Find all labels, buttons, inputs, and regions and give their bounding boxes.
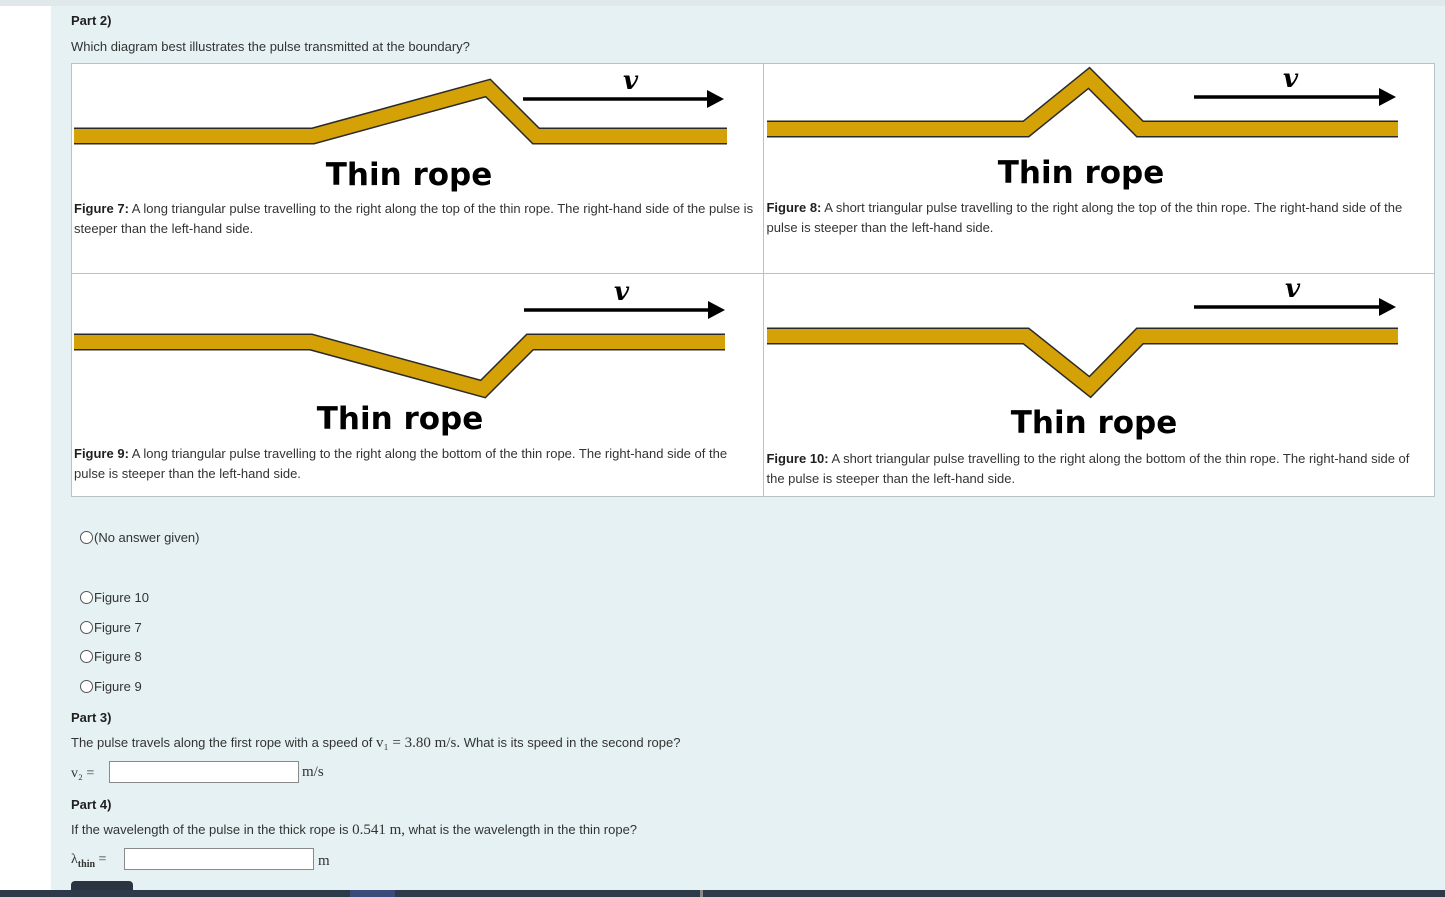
radio-button[interactable] bbox=[80, 621, 93, 634]
thin-rope-label: Thin rope bbox=[317, 401, 484, 437]
thin-rope-label: Thin rope bbox=[326, 157, 493, 193]
option-figure-9[interactable]: Figure 9 bbox=[80, 679, 142, 694]
velocity-symbol: v bbox=[623, 66, 639, 96]
lambda-subscript: thin bbox=[77, 858, 96, 870]
option-figure-8[interactable]: Figure 8 bbox=[80, 649, 142, 664]
figure-7-caption: Figure 7: A long triangular pulse travel… bbox=[74, 199, 754, 239]
figure-7-image: v Thin rope bbox=[73, 65, 728, 193]
part4-question-suffix: what is the wavelength in the thin rope? bbox=[405, 822, 638, 837]
figure-10-cell: v Thin rope Figure 10: A short triangula… bbox=[763, 273, 1435, 497]
figure-8-image: v Thin rope bbox=[765, 65, 1402, 192]
figure-10-caption-text: A short triangular pulse travelling to t… bbox=[766, 451, 1410, 486]
figure-9-caption: Figure 9: A long triangular pulse travel… bbox=[74, 444, 758, 484]
figure-9-caption-title: Figure 9: bbox=[74, 446, 129, 461]
figure-7-caption-text: A long triangular pulse travelling to th… bbox=[74, 201, 754, 236]
figure-9-image: v Thin rope bbox=[73, 279, 728, 437]
velocity-symbol: v bbox=[1283, 65, 1299, 94]
lambda-equals: = bbox=[95, 852, 107, 867]
figure-9-caption-text: A long triangular pulse travelling to th… bbox=[74, 446, 728, 481]
radio-button[interactable] bbox=[80, 591, 93, 604]
taskbar-divider bbox=[700, 890, 703, 897]
radio-button[interactable] bbox=[80, 650, 93, 663]
option-label: Figure 9 bbox=[94, 679, 142, 694]
figure-10-caption-title: Figure 10: bbox=[766, 451, 829, 466]
part3-title: Part 3) bbox=[71, 710, 112, 725]
part4-title: Part 4) bbox=[71, 797, 112, 812]
figure-10-image: v Thin rope bbox=[765, 275, 1402, 443]
velocity-symbol: v bbox=[1285, 275, 1301, 304]
part2-title: Part 2) bbox=[71, 13, 112, 28]
figure-8-caption: Figure 8: A short triangular pulse trave… bbox=[766, 198, 1428, 238]
figure-8-caption-text: A short triangular pulse travelling to t… bbox=[766, 200, 1403, 235]
v2-input[interactable] bbox=[109, 761, 299, 783]
speed-unit: m/s bbox=[302, 764, 324, 780]
v2-label: v₂ = bbox=[71, 766, 95, 781]
speed-expression: v₁ = 3.80 m/s. bbox=[375, 735, 461, 751]
thin-rope-label: Thin rope bbox=[998, 155, 1165, 191]
figure-table: v Thin rope Figure 7: A long triangular … bbox=[70, 63, 1435, 497]
figure-10-caption: Figure 10: A short triangular pulse trav… bbox=[766, 449, 1430, 489]
option-label: Figure 8 bbox=[94, 649, 142, 664]
figure-7-cell: v Thin rope Figure 7: A long triangular … bbox=[70, 63, 765, 274]
taskbar-item[interactable] bbox=[350, 890, 395, 897]
thin-rope-label: Thin rope bbox=[1011, 405, 1178, 441]
part3-question-prefix: The pulse travels along the first rope w… bbox=[71, 735, 376, 750]
lambda-label: λthin = bbox=[71, 852, 106, 870]
figure-9-cell: v Thin rope Figure 9: A long triangular … bbox=[70, 273, 765, 497]
option-no-answer[interactable]: (No answer given) bbox=[80, 530, 200, 545]
wavelength-input[interactable] bbox=[124, 848, 314, 870]
part3-question-suffix: What is its speed in the second rope? bbox=[460, 735, 681, 750]
option-label: Figure 10 bbox=[94, 590, 149, 605]
part4-question-prefix: If the wavelength of the pulse in the th… bbox=[71, 822, 353, 837]
lambda-symbol: λ bbox=[71, 852, 78, 867]
figure-8-caption-title: Figure 8: bbox=[766, 200, 822, 215]
option-figure-7[interactable]: Figure 7 bbox=[80, 620, 142, 635]
radio-button[interactable] bbox=[80, 531, 93, 544]
wavelength-expression: 0.541 m, bbox=[352, 822, 406, 838]
part2-question: Which diagram best illustrates the pulse… bbox=[71, 39, 470, 54]
radio-button[interactable] bbox=[80, 680, 93, 693]
part3-question: The pulse travels along the first rope w… bbox=[71, 735, 680, 752]
taskbar bbox=[0, 890, 1445, 897]
option-label: (No answer given) bbox=[94, 530, 200, 545]
figure-8-cell: v Thin rope Figure 8: A short triangular… bbox=[763, 63, 1435, 274]
option-label: Figure 7 bbox=[94, 620, 142, 635]
wavelength-unit: m bbox=[318, 853, 330, 869]
question-panel: Part 2) Which diagram best illustrates t… bbox=[51, 6, 1445, 893]
figure-7-caption-title: Figure 7: bbox=[74, 201, 129, 216]
velocity-symbol: v bbox=[614, 279, 630, 307]
option-figure-10[interactable]: Figure 10 bbox=[80, 590, 149, 605]
part4-question: If the wavelength of the pulse in the th… bbox=[71, 822, 637, 839]
